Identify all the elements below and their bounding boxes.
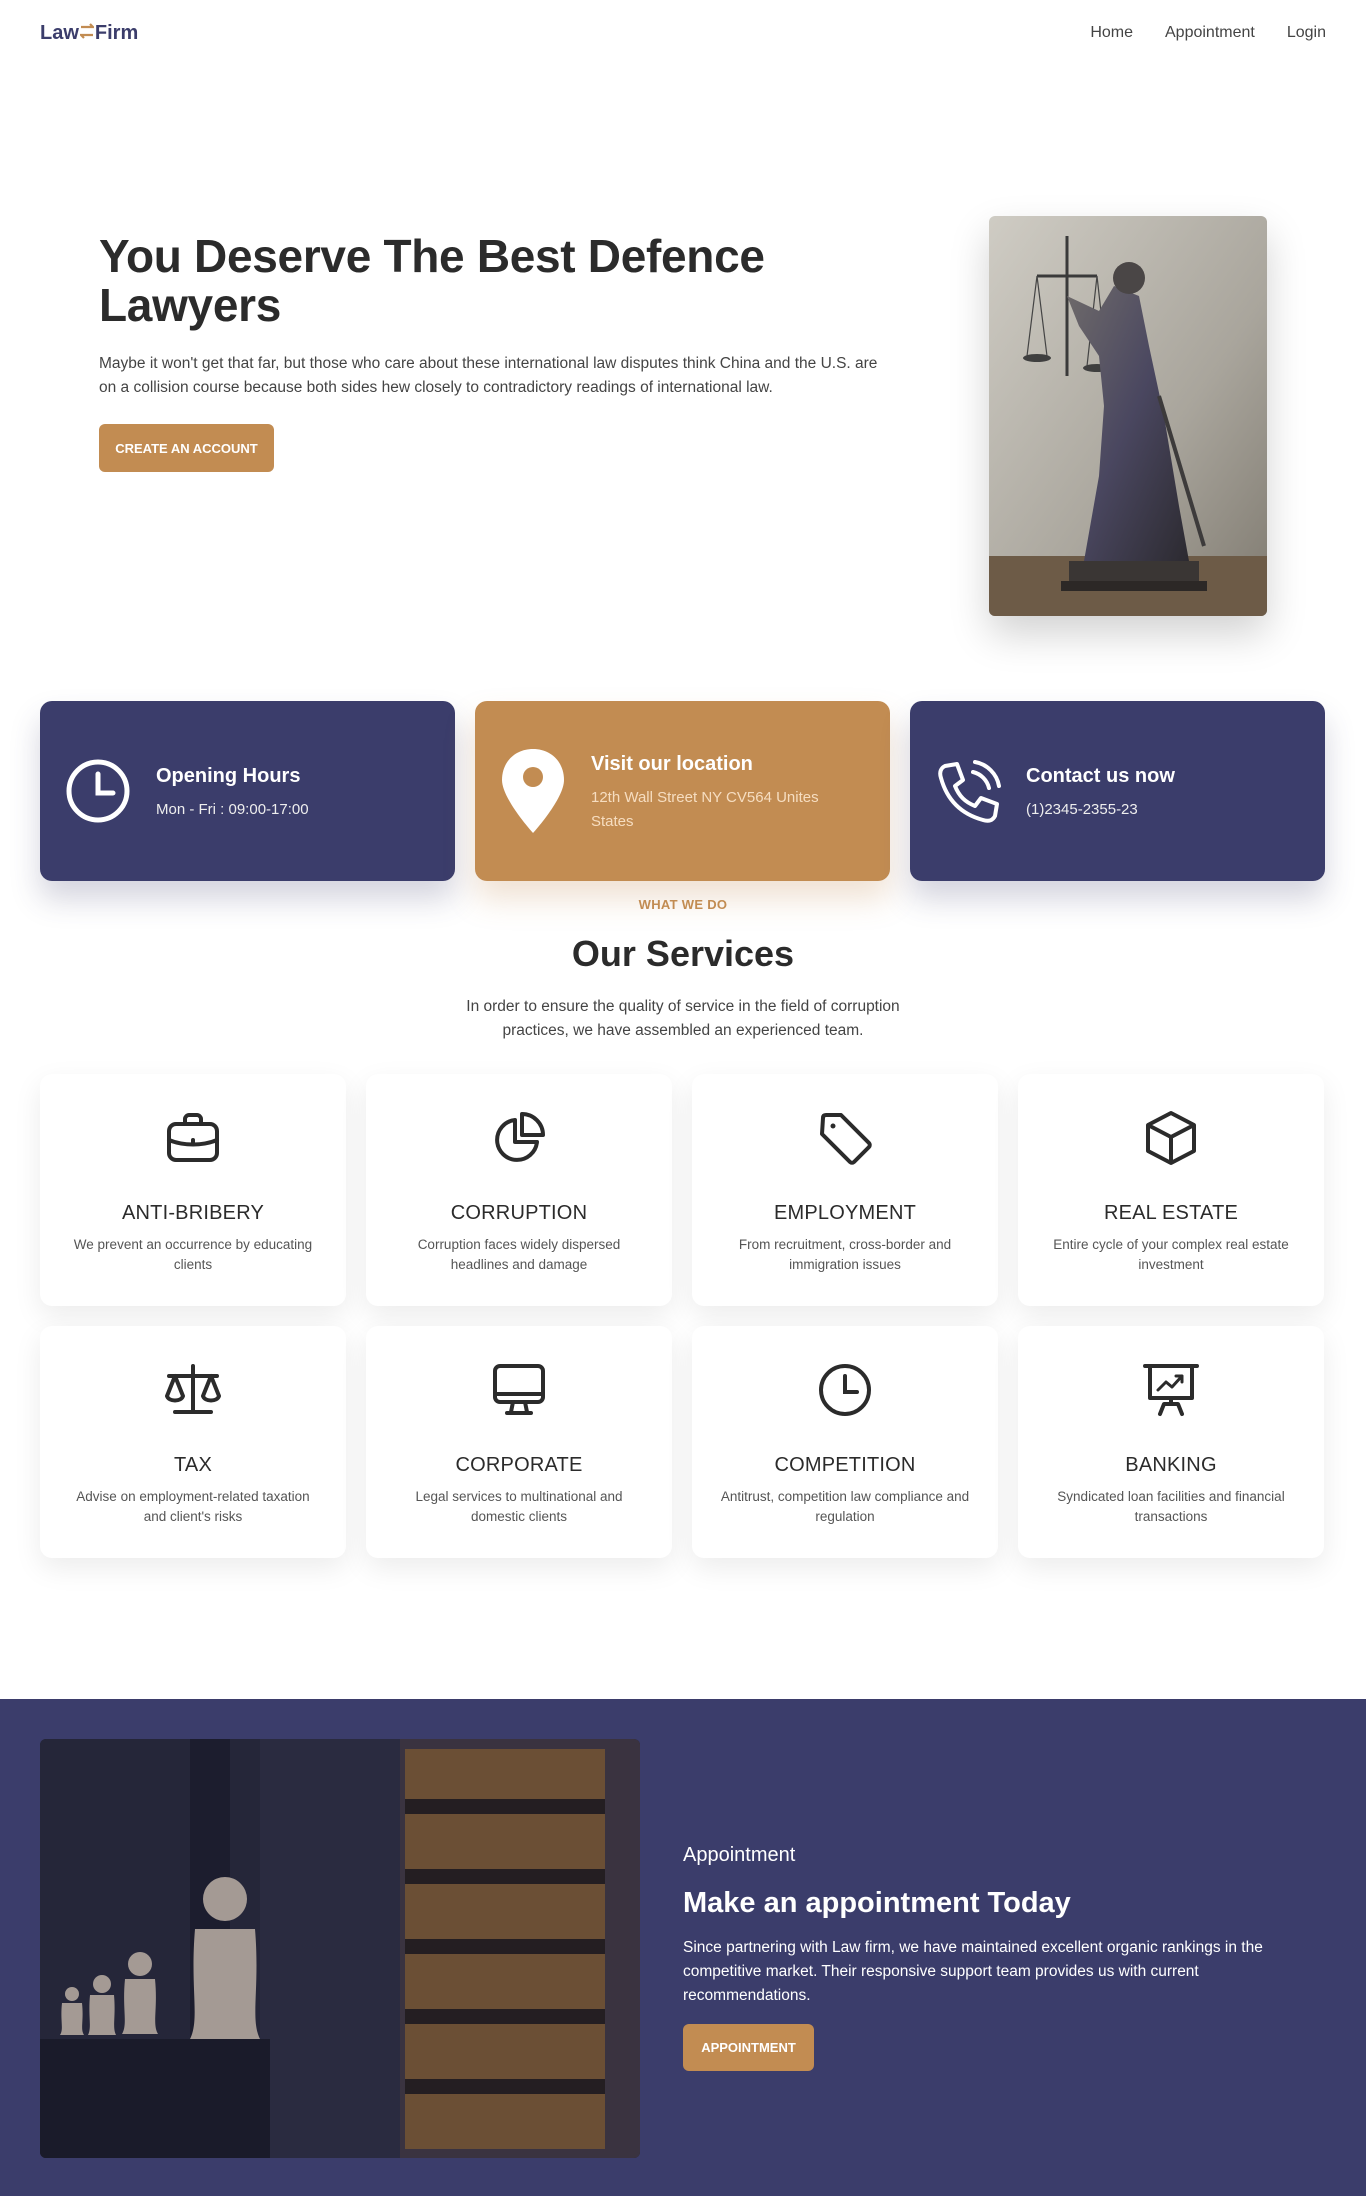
service-card-corruption[interactable]: CORRUPTION Corruption faces widely dispe… [366,1074,672,1306]
clock-icon [60,758,135,824]
service-text: Syndicated loan facilities and financial… [1057,1489,1285,1524]
appointment-eyebrow: Appointment [683,1844,796,1866]
service-title: TAX [173,1454,212,1476]
service-text: From recruitment, cross-border and immig… [738,1237,952,1272]
opening-hours-card: Opening Hours Mon - Fri : 09:00-17:00 [40,701,455,881]
location-pin-icon [495,747,570,835]
service-title: REAL ESTATE [1103,1202,1239,1224]
service-card-anti-bribery[interactable]: ANTI-BRIBERY We prevent an occurrence by… [40,1074,346,1306]
service-card-banking[interactable]: BANKING Syndicated loan facilities and f… [1018,1326,1324,1558]
create-account-button[interactable]: CREATE AN ACCOUNT [99,424,274,472]
service-text: Entire cycle of your complex real estate… [1053,1237,1289,1272]
briefcase-icon [40,1108,346,1168]
appointment-title: Make an appointment Today [683,1887,1071,1919]
hero-title: You Deserve The Best Defence Lawyers [99,230,765,331]
service-card-competition[interactable]: COMPETITION Antitrust, competition law c… [692,1326,998,1558]
service-title: ANTI-BRIBERY [121,1202,265,1224]
nav-link-login[interactable]: Login [1287,24,1326,42]
service-card-tax[interactable]: TAX Advise on employment-related taxatio… [40,1326,346,1558]
service-title: CORPORATE [455,1454,583,1476]
service-title: CORRUPTION [450,1202,588,1224]
logo-text-right: Firm [94,21,139,44]
monitor-icon [366,1360,672,1420]
service-text: Corruption faces widely dispersed headli… [417,1237,621,1272]
service-card-corporate[interactable]: CORPORATE Legal services to multinationa… [366,1326,672,1558]
info-text: 12th Wall Street NY CV564 Unites States [591,788,819,830]
info-cards: Opening Hours Mon - Fri : 09:00-17:00 Vi… [40,701,1326,881]
info-title: Opening Hours [156,764,301,787]
info-text: (1)2345-2355-23 [1026,800,1138,818]
nav-link-home[interactable]: Home [1090,24,1133,42]
tag-icon [692,1108,998,1168]
appointment-section: Appointment Make an appointment Today Si… [0,1699,1366,2196]
service-title: EMPLOYMENT [773,1202,917,1224]
clock-icon [692,1360,998,1420]
nav-links: Home Appointment Login [1090,24,1326,42]
phone-icon [930,758,1005,824]
library-image [40,1739,640,2158]
services-eyebrow: WHAT WE DO [638,897,728,912]
top-nav: Law Firm Home Appointment Login [0,0,1366,66]
hero-section: You Deserve The Best Defence Lawyers May… [0,66,1366,881]
info-title: Visit our location [591,752,753,775]
service-card-real-estate[interactable]: REAL ESTATE Entire cycle of your complex… [1018,1074,1324,1306]
appointment-description: Since partnering with Law firm, we have … [683,1939,1263,2004]
service-text: Antitrust, competition law compliance an… [720,1489,970,1524]
service-text: Legal services to multinational and dome… [415,1489,623,1524]
services-grid: ANTI-BRIBERY We prevent an occurrence by… [40,1074,1326,1558]
presentation-chart-icon [1018,1360,1324,1420]
nav-link-appointment[interactable]: Appointment [1165,24,1255,42]
info-title: Contact us now [1026,764,1175,787]
service-text: We prevent an occurrence by educating cl… [73,1237,313,1272]
contact-card: Contact us now (1)2345-2355-23 [910,701,1325,881]
scales-icon [40,1360,346,1420]
logo-text-left: Law [40,21,79,44]
appointment-text: Appointment Make an appointment Today Si… [683,1844,1283,2071]
box-icon [1018,1108,1324,1168]
location-card: Visit our location 12th Wall Street NY C… [475,701,890,881]
lady-justice-image [989,216,1267,616]
service-card-employment[interactable]: EMPLOYMENT From recruitment, cross-borde… [692,1074,998,1306]
services-title: Our Services [571,933,795,974]
info-text: Mon - Fri : 09:00-17:00 [156,800,309,818]
hero-description: Maybe it won't get that far, but those w… [99,355,878,396]
pie-chart-icon [366,1108,672,1168]
appointment-button[interactable]: APPOINTMENT [683,2024,814,2071]
service-title: BANKING [1125,1454,1217,1476]
logo-mark-icon [78,22,96,45]
service-title: COMPETITION [774,1454,916,1476]
logo[interactable]: Law Firm [40,22,138,45]
services-description: In order to ensure the quality of servic… [466,998,900,1039]
service-text: Advise on employment-related taxation an… [76,1489,310,1524]
hero-text: You Deserve The Best Defence Lawyers May… [99,232,889,472]
